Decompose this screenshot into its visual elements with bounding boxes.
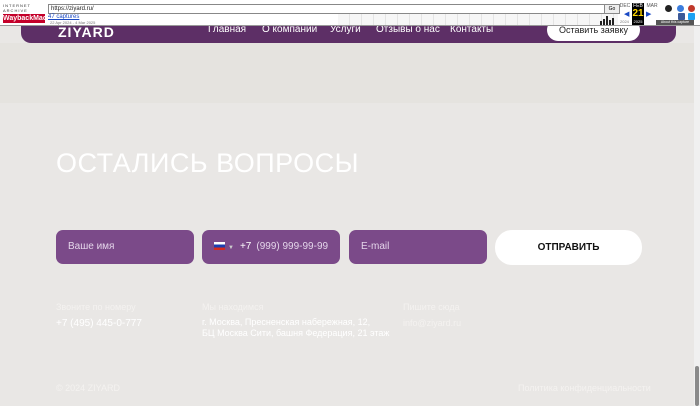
prev-month[interactable]: DEC xyxy=(618,3,632,9)
submit-button[interactable]: ОТПРАВИТЬ xyxy=(495,230,642,265)
next-month[interactable]: MAR xyxy=(645,3,659,9)
twitter-icon[interactable] xyxy=(688,13,695,20)
write-label: Пишите сюда xyxy=(403,302,460,312)
wayback-logo-top: INTERNET ARCHIVE xyxy=(3,3,31,13)
facebook-icon[interactable] xyxy=(678,13,685,20)
current-capture-date: FEB 21 2025 xyxy=(632,3,644,25)
prev-year[interactable]: 2024 xyxy=(620,19,629,24)
cur-day: 21 xyxy=(632,8,644,19)
phone-link[interactable]: +7 (495) 445-0-777 xyxy=(56,318,142,329)
cur-year: 2025 xyxy=(633,19,643,24)
close-icon[interactable] xyxy=(688,5,695,12)
wayback-logo[interactable]: INTERNET ARCHIVE WaybackMachine xyxy=(3,3,62,23)
email-input[interactable]: E-mail xyxy=(349,230,487,264)
privacy-link[interactable]: Политика конфиденциальности xyxy=(518,383,651,393)
hero-section-bottom xyxy=(0,43,700,103)
captures-range: 22 Apr 2024 - 4 Mar 2025 xyxy=(50,20,96,25)
chevron-down-icon[interactable]: ▼ xyxy=(228,245,234,251)
capture-histogram[interactable] xyxy=(600,15,616,25)
address-label: Мы находимся xyxy=(202,302,264,312)
section-title: ОСТАЛИСЬ ВОПРОСЫ xyxy=(56,148,359,178)
phone-input[interactable]: ▼ +7 (999) 999-99-99 xyxy=(202,230,340,264)
address-line-1: г. Москва, Пресненская набережная, 12, xyxy=(202,317,371,327)
copyright: © 2024 ZIYARD xyxy=(56,383,120,393)
prev-capture-icon[interactable]: ◀ xyxy=(624,10,629,18)
address-line-2: БЦ Москва Сити, башня Федерация, 21 этаж xyxy=(202,328,390,338)
site-logo[interactable]: ZIYARD xyxy=(58,24,115,40)
help-icon[interactable] xyxy=(677,5,684,12)
user-icon[interactable] xyxy=(665,5,672,12)
capture-sparkline[interactable] xyxy=(338,14,618,25)
next-capture-icon[interactable]: ▶ xyxy=(646,10,651,18)
email-link[interactable]: info@ziyard.ru xyxy=(403,318,461,328)
wayback-logo-main: WaybackMachine xyxy=(3,14,62,23)
url-input[interactable]: https://ziyard.ru/ xyxy=(48,4,606,14)
russia-flag-icon[interactable] xyxy=(214,242,225,251)
name-input[interactable]: Ваше имя xyxy=(56,230,194,264)
phone-placeholder: (999) 999-99-99 xyxy=(256,241,329,252)
wayback-toolbar: INTERNET ARCHIVE WaybackMachine https://… xyxy=(0,0,700,26)
scrollbar-thumb[interactable] xyxy=(695,366,699,406)
call-label: Звоните по номеру xyxy=(56,302,136,312)
phone-prefix: +7 xyxy=(239,241,252,252)
about-capture-link[interactable]: About this capture xyxy=(656,20,694,25)
scrollbar-track[interactable] xyxy=(694,26,700,406)
